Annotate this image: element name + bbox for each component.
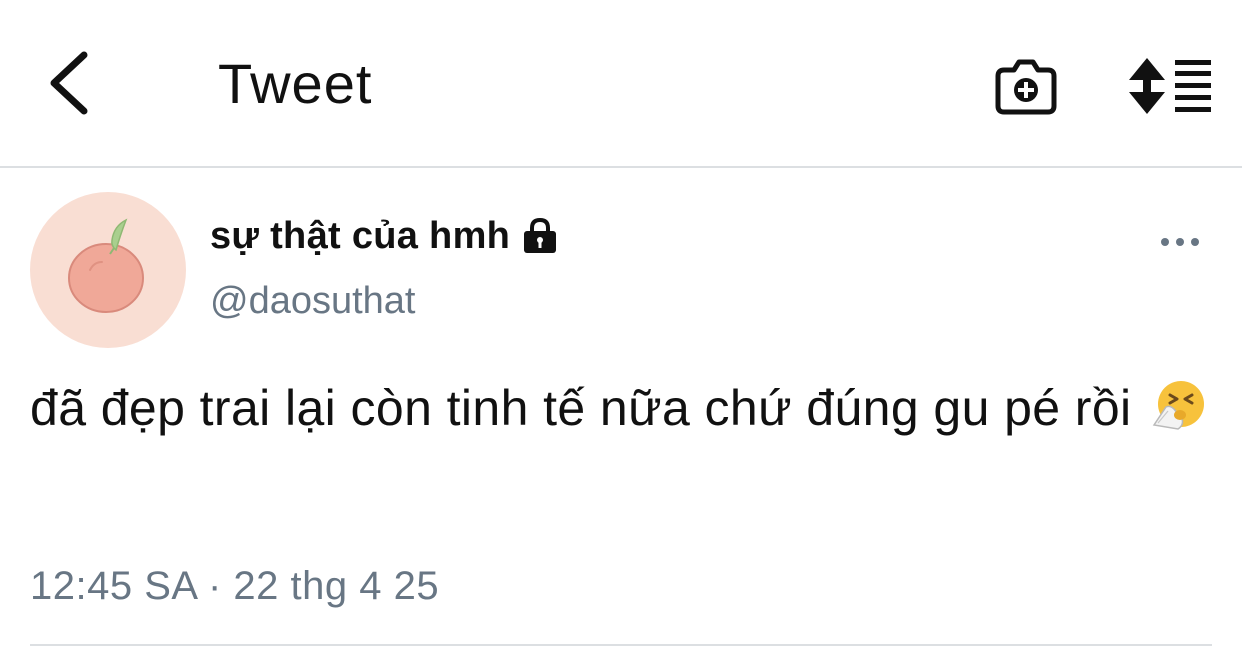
author-name-row: sự thật của hmh [210,206,560,266]
tweet-timestamp[interactable]: 12:45 SA · 22 thg 4 25 [30,560,439,612]
tweet-text-content: đã đẹp trai lại còn tinh tế nữa chứ đúng… [30,380,1132,436]
more-dots-icon [1161,238,1199,246]
back-button[interactable] [30,40,106,126]
lock-icon [520,214,560,258]
user-handle[interactable]: @daosuthat [210,278,416,324]
avatar[interactable] [30,192,186,348]
tweet-text: đã đẹp trai lại còn tinh tế nữa chứ đúng… [30,370,1210,446]
sort-button[interactable] [1126,48,1216,124]
display-name[interactable]: sự thật của hmh [210,215,510,258]
sneezing-face-emoji-icon [1152,378,1206,432]
more-options-button[interactable] [1152,220,1208,264]
divider [30,644,1212,646]
chevron-left-icon [50,51,88,115]
camera-button[interactable] [988,48,1064,124]
sort-list-icon [1129,58,1211,114]
camera-add-icon [995,59,1057,115]
top-nav-bar: Tweet [0,0,1242,168]
page-title: Tweet [218,52,373,115]
peach-icon [68,218,144,313]
